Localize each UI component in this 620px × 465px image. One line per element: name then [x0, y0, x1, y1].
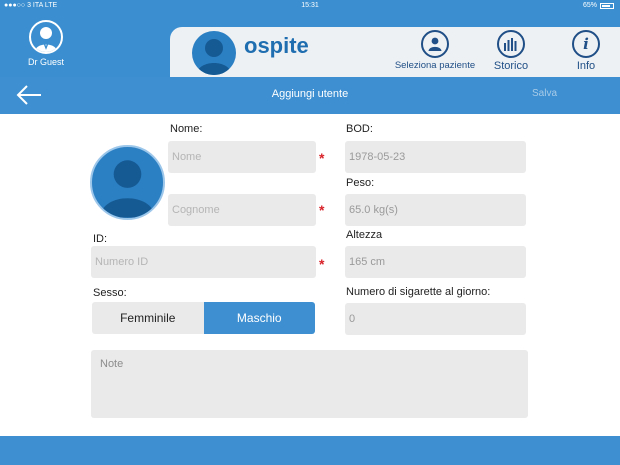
bod-label: BOD: — [346, 123, 373, 135]
bar-chart-icon — [497, 30, 525, 58]
height-input[interactable] — [345, 246, 526, 278]
sex-label: Sesso: — [93, 287, 127, 299]
app-header: Dr Guest ospite Seleziona paziente Stori… — [0, 12, 620, 77]
doctor-profile[interactable]: Dr Guest — [18, 20, 74, 67]
name-input[interactable] — [168, 141, 316, 173]
required-mark: * — [319, 202, 325, 218]
select-patient-button[interactable]: Seleziona paziente — [392, 30, 478, 71]
save-button[interactable]: Salva — [532, 88, 557, 99]
cigarettes-input[interactable] — [345, 303, 526, 335]
cigarettes-label: Numero di sigarette al giorno: — [346, 286, 491, 298]
footer-bar — [0, 436, 620, 465]
title-bar: Aggiungi utente Salva — [0, 77, 620, 114]
sex-option-male[interactable]: Maschio — [203, 302, 315, 334]
clock: 15:31 — [301, 2, 319, 9]
status-bar: ●●●○○ 3 ITA LTE 15:31 65% — [0, 0, 620, 12]
bod-input[interactable] — [345, 141, 526, 173]
name-label: Nome: — [170, 123, 203, 135]
history-label: Storico — [493, 60, 529, 72]
history-button[interactable]: Storico — [486, 30, 536, 72]
notes-textarea[interactable]: Note — [91, 350, 528, 418]
notes-placeholder: Note — [100, 358, 124, 370]
info-button[interactable]: i Info — [562, 30, 610, 72]
weight-input[interactable] — [345, 194, 526, 226]
battery-icon — [600, 2, 614, 9]
sex-option-female[interactable]: Femminile — [92, 302, 204, 334]
doctor-name: Dr Guest — [27, 57, 64, 67]
patient-name: ospite — [244, 33, 309, 58]
battery-percent: 65% — [582, 2, 597, 9]
weight-label: Peso: — [346, 177, 375, 189]
sex-selector: Femminile Maschio — [92, 302, 315, 334]
page-title: Aggiungi utente — [271, 88, 349, 100]
id-input[interactable] — [91, 246, 316, 278]
required-mark: * — [319, 256, 325, 272]
patient-panel: ospite Seleziona paziente Storico i Info — [170, 27, 620, 77]
info-icon: i — [572, 30, 600, 58]
person-icon — [421, 30, 449, 58]
doctor-avatar-icon — [29, 20, 63, 54]
id-label: ID: — [93, 233, 108, 245]
select-patient-label: Seleziona paziente — [394, 60, 476, 71]
user-avatar-icon[interactable] — [90, 145, 165, 220]
surname-input[interactable] — [168, 194, 316, 226]
info-label: Info — [576, 60, 596, 72]
required-mark: * — [319, 150, 325, 166]
patient-avatar-icon — [192, 31, 236, 75]
battery-status: 65% — [583, 2, 614, 9]
height-label: Altezza — [346, 229, 383, 241]
